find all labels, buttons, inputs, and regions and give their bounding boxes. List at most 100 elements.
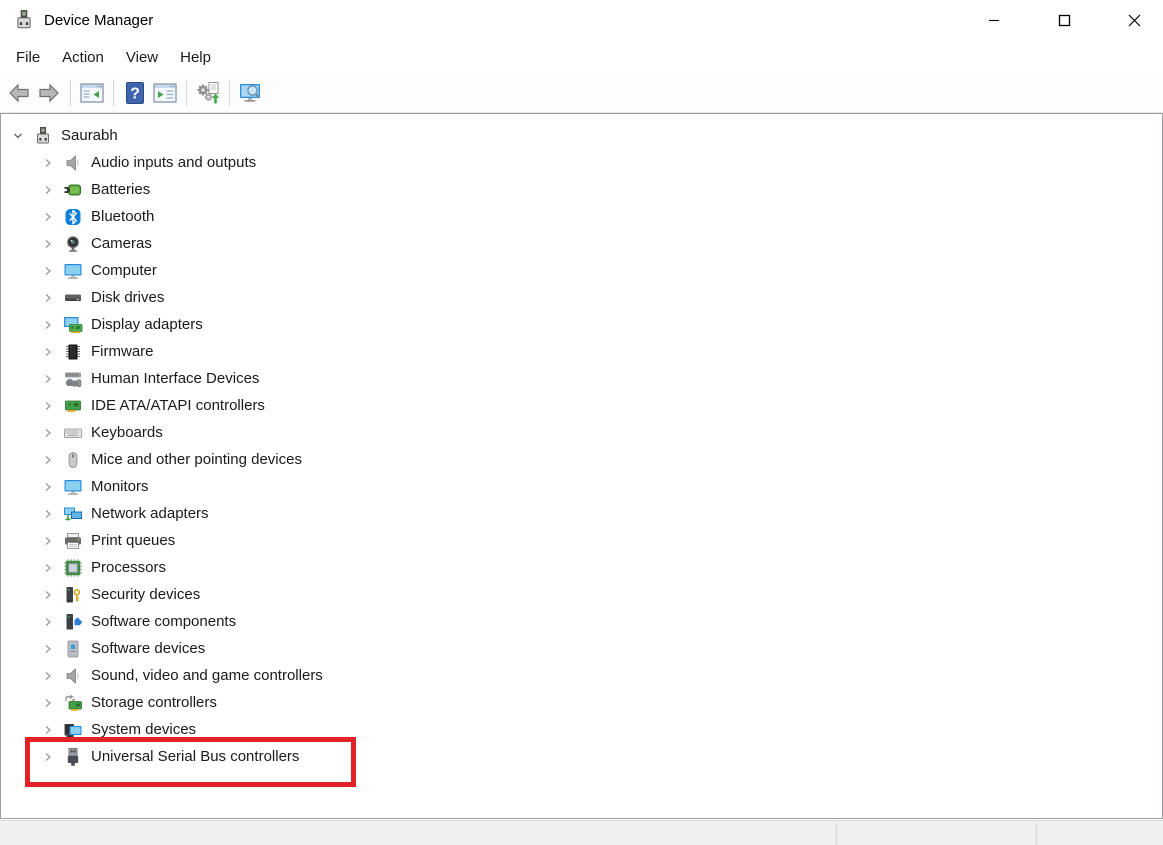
tree-item-mice-and-pointing-devices[interactable]: Mice and other pointing devices: [1, 446, 1162, 473]
chevron-right-icon[interactable]: [37, 638, 59, 660]
toolbar-separator: [70, 80, 71, 106]
tree-item-cameras[interactable]: Cameras: [1, 230, 1162, 257]
device-manager-window: Device Manager File Action View Help ? S…: [0, 0, 1163, 845]
tree-item-label: Mice and other pointing devices: [91, 451, 302, 468]
svg-text:?: ?: [130, 86, 140, 103]
tree-item-storage-controllers[interactable]: Storage controllers: [1, 689, 1162, 716]
chevron-right-icon[interactable]: [37, 233, 59, 255]
close-button[interactable]: [1111, 0, 1157, 40]
tree-item-label: Bluetooth: [91, 208, 155, 225]
tree-item-label: Audio inputs and outputs: [91, 154, 257, 171]
chevron-right-icon[interactable]: [37, 503, 59, 525]
tree-item-system-devices[interactable]: System devices: [1, 716, 1162, 743]
tree-item-keyboards[interactable]: Keyboards: [1, 419, 1162, 446]
scan-for-hardware-changes-button[interactable]: [193, 78, 223, 108]
chevron-right-icon[interactable]: [37, 557, 59, 579]
chevron-right-icon[interactable]: [37, 584, 59, 606]
scan-for-hardware-changes-icon: [197, 82, 220, 104]
tree-item-label: Batteries: [91, 181, 151, 198]
chevron-right-icon[interactable]: [37, 611, 59, 633]
chevron-right-icon[interactable]: [37, 260, 59, 282]
security-key-icon: [63, 585, 83, 605]
display-adapter-icon: [63, 315, 83, 335]
chevron-right-icon[interactable]: [37, 395, 59, 417]
status-bar: [0, 820, 1163, 845]
tree-item-label: System devices: [91, 721, 197, 738]
toolbar-separator: [113, 80, 114, 106]
hid-icon: [63, 369, 83, 389]
chevron-right-icon[interactable]: [37, 746, 59, 768]
properties-button[interactable]: [150, 78, 180, 108]
usb-plug-icon: [63, 747, 83, 767]
device-search-button[interactable]: [236, 78, 266, 108]
tree-item-disk-drives[interactable]: Disk drives: [1, 284, 1162, 311]
chevron-right-icon[interactable]: [37, 341, 59, 363]
disk-drive-icon: [63, 288, 83, 308]
chevron-right-icon[interactable]: [37, 206, 59, 228]
tree-item-label: Software devices: [91, 640, 206, 657]
tree-item-print-queues[interactable]: Print queues: [1, 527, 1162, 554]
software-component-icon: [63, 612, 83, 632]
chevron-right-icon[interactable]: [37, 692, 59, 714]
chevron-right-icon[interactable]: [37, 422, 59, 444]
computer-device-icon: [33, 126, 53, 146]
chevron-right-icon[interactable]: [37, 179, 59, 201]
tree-item-label: Keyboards: [91, 424, 163, 441]
tree-item-ide-ata-atapi-controllers[interactable]: IDE ATA/ATAPI controllers: [1, 392, 1162, 419]
chevron-right-icon[interactable]: [37, 314, 59, 336]
tree-item-software-devices[interactable]: Software devices: [1, 635, 1162, 662]
chevron-right-icon[interactable]: [37, 476, 59, 498]
tree-item-display-adapters[interactable]: Display adapters: [1, 311, 1162, 338]
toolbar: ?: [0, 74, 1163, 113]
forward-icon: [39, 83, 59, 103]
tree-item-sound-video-game-controllers[interactable]: Sound, video and game controllers: [1, 662, 1162, 689]
toolbar-separator: [186, 80, 187, 106]
chevron-right-icon[interactable]: [37, 152, 59, 174]
tree-item-label: Print queues: [91, 532, 176, 549]
chevron-right-icon[interactable]: [37, 719, 59, 741]
tree-item-firmware[interactable]: Firmware: [1, 338, 1162, 365]
show-hide-console-tree-button[interactable]: [77, 78, 107, 108]
battery-icon: [63, 180, 83, 200]
device-search-icon: [240, 84, 261, 102]
caption-buttons: [947, 0, 1157, 40]
maximize-button[interactable]: [1041, 0, 1087, 40]
tree-item-computer[interactable]: Computer: [1, 257, 1162, 284]
chevron-down-icon[interactable]: [7, 125, 29, 147]
help-button[interactable]: ?: [120, 78, 150, 108]
chevron-right-icon[interactable]: [37, 449, 59, 471]
help-icon: ?: [126, 82, 144, 104]
menu-bar: File Action View Help: [0, 40, 1163, 74]
tree-item-label: Firmware: [91, 343, 154, 360]
firmware-chip-icon: [63, 342, 83, 362]
menu-action[interactable]: Action: [51, 43, 115, 72]
tree-root-computer[interactable]: Saurabh: [1, 122, 1162, 149]
chevron-right-icon[interactable]: [37, 287, 59, 309]
tree-item-monitors[interactable]: Monitors: [1, 473, 1162, 500]
menu-file[interactable]: File: [5, 43, 51, 72]
tree-item-security-devices[interactable]: Security devices: [1, 581, 1162, 608]
tree-item-label: Universal Serial Bus controllers: [91, 748, 300, 765]
tree-item-universal-serial-bus-controllers[interactable]: Universal Serial Bus controllers: [1, 743, 1162, 770]
tree-item-batteries[interactable]: Batteries: [1, 176, 1162, 203]
menu-help[interactable]: Help: [169, 43, 222, 72]
tree-item-audio-inputs-outputs[interactable]: Audio inputs and outputs: [1, 149, 1162, 176]
tree-item-label: Network adapters: [91, 505, 209, 522]
tree-item-processors[interactable]: Processors: [1, 554, 1162, 581]
tree-item-bluetooth[interactable]: Bluetooth: [1, 203, 1162, 230]
chevron-right-icon[interactable]: [37, 665, 59, 687]
printer-icon: [63, 531, 83, 551]
forward-button[interactable]: [34, 78, 64, 108]
menu-view[interactable]: View: [115, 43, 169, 72]
minimize-button[interactable]: [971, 0, 1017, 40]
chevron-right-icon[interactable]: [37, 368, 59, 390]
tree-item-software-components[interactable]: Software components: [1, 608, 1162, 635]
chevron-right-icon[interactable]: [37, 530, 59, 552]
maximize-icon: [1058, 14, 1070, 26]
tree-root-label: Saurabh: [61, 127, 118, 144]
tree-item-human-interface-devices[interactable]: Human Interface Devices: [1, 365, 1162, 392]
back-button[interactable]: [4, 78, 34, 108]
network-adapter-icon: [63, 504, 83, 524]
tree-item-network-adapters[interactable]: Network adapters: [1, 500, 1162, 527]
monitor-icon: [63, 477, 83, 497]
